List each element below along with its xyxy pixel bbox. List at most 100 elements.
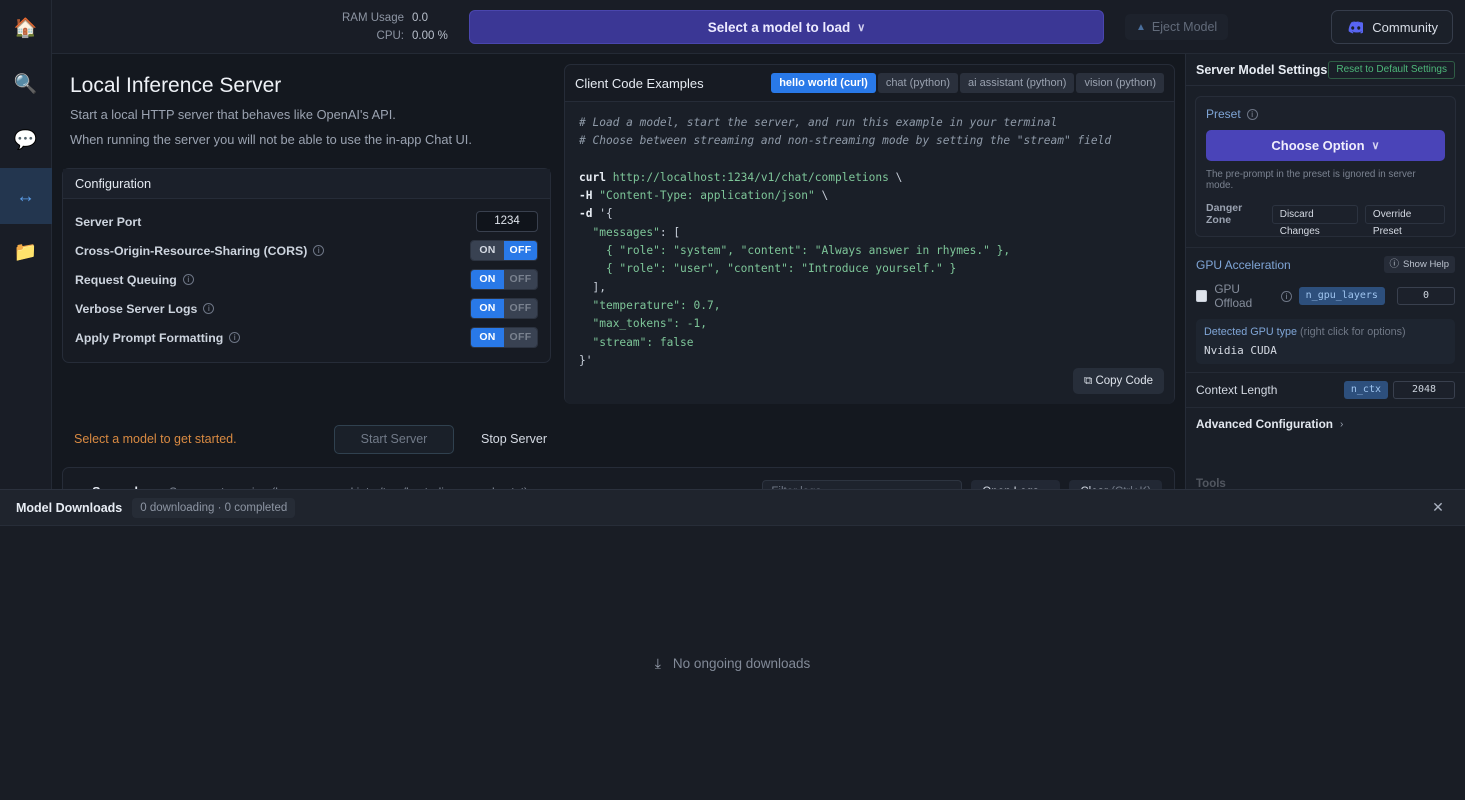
cors-toggle-off[interactable]: OFF <box>504 241 537 260</box>
n-gpu-layers-input[interactable]: 0 <box>1396 287 1455 305</box>
show-help-button[interactable]: ⓘ Show Help <box>1383 256 1455 273</box>
configuration-body: Server Port 1234 Cross-Origin-Resource-S… <box>63 199 550 362</box>
chat-bubble-icon: 💬 <box>13 129 38 151</box>
cors-toggle-on[interactable]: ON <box>471 241 504 260</box>
info-icon[interactable]: i <box>229 332 241 343</box>
sidebar-item-my-models[interactable]: 📁 <box>0 224 52 280</box>
help-circle-icon: ⓘ <box>1389 259 1400 270</box>
prompt-formatting-label-wrap: Apply Prompt Formatting i <box>75 331 241 345</box>
info-icon[interactable]: i <box>1281 290 1292 302</box>
advanced-configuration-row[interactable]: Advanced Configuration › <box>1186 407 1465 440</box>
select-model-label: Select a model to load <box>707 19 851 35</box>
sidebar-item-home[interactable]: 🏠 <box>0 0 52 56</box>
page-subtitle-line-1: Start a local HTTP server that behaves l… <box>70 107 396 122</box>
tab-chat-python[interactable]: chat (python) <box>877 73 959 93</box>
preset-label: Preset <box>1206 107 1241 121</box>
gpu-offload-label-wrap: GPU Offload i <box>1214 282 1292 310</box>
n-ctx-input[interactable]: 2048 <box>1393 381 1455 399</box>
ram-usage-label: RAM Usage <box>342 12 404 24</box>
code-messages-close: ], <box>592 280 606 294</box>
prompt-formatting-toggle[interactable]: ON OFF <box>470 327 538 348</box>
sidebar-item-chat[interactable]: 💬 <box>0 112 52 168</box>
n-ctx-key: n_ctx <box>1343 381 1388 399</box>
tab-hello-world-curl[interactable]: hello world (curl) <box>771 73 876 93</box>
server-port-label-wrap: Server Port <box>75 215 141 229</box>
request-queuing-toggle-on[interactable]: ON <box>471 270 504 289</box>
code-stream: "stream": false <box>592 335 694 349</box>
code-endpoint-url: http://localhost:1234/v1/chat/completion… <box>612 170 889 184</box>
discard-changes-button[interactable]: Discard Changes <box>1271 204 1358 237</box>
prompt-formatting-toggle-on[interactable]: ON <box>471 328 504 347</box>
context-length-row: Context Length n_ctx 2048 <box>1196 381 1455 399</box>
advanced-configuration-label: Advanced Configuration <box>1196 417 1333 431</box>
server-control-row: Select a model to get started. Start Ser… <box>62 424 551 454</box>
copy-code-button[interactable]: ⧉ Copy Code <box>1073 368 1164 394</box>
verbose-logs-toggle-on[interactable]: ON <box>471 299 504 318</box>
close-icon[interactable]: ✕ <box>1427 497 1449 519</box>
info-icon[interactable]: i <box>313 245 325 256</box>
code-messages-key: "messages" <box>592 225 660 239</box>
reset-to-default-settings-button[interactable]: Reset to Default Settings <box>1328 60 1455 79</box>
eject-model-label: Eject Model <box>1151 20 1218 34</box>
gpu-offload-label: GPU Offload <box>1214 282 1253 310</box>
chevron-down-icon: ∨ <box>1371 140 1380 152</box>
code-max-tokens: "max_tokens": -1, <box>592 317 707 331</box>
info-icon[interactable]: i <box>1246 108 1258 120</box>
context-length-label: Context Length <box>1196 383 1278 397</box>
server-port-input[interactable]: 1234 <box>476 211 538 232</box>
info-icon[interactable]: i <box>203 303 215 314</box>
server-port-label: Server Port <box>75 214 142 229</box>
copy-code-label: Copy Code <box>1095 375 1153 387</box>
code-message-user: { "role": "user", "content": "Introduce … <box>605 262 957 276</box>
model-downloads-title: Model Downloads <box>16 500 123 515</box>
model-downloads-panel: Model Downloads 0 downloading · 0 comple… <box>0 489 1465 800</box>
select-model-to-load-button[interactable]: Select a model to load ∨ <box>469 10 1104 44</box>
n-gpu-layers-key: n_gpu_layers <box>1298 287 1385 305</box>
code-block[interactable]: # Load a model, start the server, and ru… <box>565 102 1174 404</box>
code-example-tabs: hello world (curl) chat (python) ai assi… <box>771 73 1164 93</box>
download-icon: ⤓ <box>654 654 661 671</box>
model-downloads-header: Model Downloads 0 downloading · 0 comple… <box>0 490 1465 526</box>
resource-stats: RAM Usage 0.0 CPU: 0.00 % <box>252 9 452 45</box>
settings-title: Server Model Settings <box>1196 62 1328 77</box>
override-preset-button[interactable]: Override Preset <box>1364 204 1445 237</box>
stop-server-button[interactable]: Stop Server <box>464 425 564 454</box>
top-bar: RAM Usage 0.0 CPU: 0.00 % Select a model… <box>52 0 1465 54</box>
ram-usage-value: 0.0 <box>412 12 428 24</box>
info-icon[interactable]: i <box>182 274 194 285</box>
sidebar-item-search[interactable]: 🔍 <box>0 56 52 112</box>
gpu-header-row: GPU Acceleration ⓘ Show Help <box>1196 256 1455 273</box>
code-data-open: '{ <box>599 207 613 221</box>
cors-toggle[interactable]: ON OFF <box>470 240 538 261</box>
community-button[interactable]: Community <box>1331 10 1453 44</box>
request-queuing-label: Request Queuing <box>75 272 177 287</box>
page-subtitle-line-2: When running the server you will not be … <box>70 132 472 147</box>
request-queuing-toggle-off[interactable]: OFF <box>504 270 537 289</box>
request-queuing-toggle[interactable]: ON OFF <box>470 269 538 290</box>
chevron-right-icon: › <box>1339 418 1344 430</box>
home-icon: 🏠 <box>13 17 38 39</box>
start-server-button[interactable]: Start Server <box>334 424 454 454</box>
server-status-message: Select a model to get started. <box>74 432 237 446</box>
gpu-offload-checkbox[interactable] <box>1196 290 1208 302</box>
verbose-logs-toggle-off[interactable]: OFF <box>504 299 537 318</box>
detected-gpu-label: Detected GPU type <box>1204 326 1298 338</box>
settings-header: Server Model Settings Reset to Default S… <box>1186 54 1465 86</box>
bidirectional-arrow-icon: ↔ <box>16 185 35 207</box>
prompt-formatting-row: Apply Prompt Formatting i ON OFF <box>75 323 538 352</box>
verbose-logs-toggle[interactable]: ON OFF <box>470 298 538 319</box>
choose-preset-button[interactable]: Choose Option ∨ <box>1206 130 1445 161</box>
context-length-section: Context Length n_ctx 2048 <box>1186 372 1465 407</box>
lm-studio-window: 🏠 🔍 💬 ↔ 📁 v0.2.19 RAM Usage 0.0 CPU: 0.0… <box>0 0 1465 800</box>
choose-preset-label: Choose Option <box>1271 138 1365 153</box>
detected-gpu-box[interactable]: Detected GPU type (right click for optio… <box>1196 319 1455 364</box>
sidebar-item-local-server[interactable]: ↔ <box>0 168 52 224</box>
tab-ai-assistant-python[interactable]: ai assistant (python) <box>960 73 1075 93</box>
tab-vision-python[interactable]: vision (python) <box>1076 73 1164 93</box>
detected-gpu-label-wrap: Detected GPU type (right click for optio… <box>1204 326 1447 338</box>
search-icon: 🔍 <box>13 73 38 95</box>
prompt-formatting-toggle-off[interactable]: OFF <box>504 328 537 347</box>
model-downloads-counts: 0 downloading · 0 completed <box>132 497 296 518</box>
eject-model-button[interactable]: ▲ Eject Model <box>1125 14 1229 40</box>
code-message-system: { "role": "system", "content": "Always a… <box>605 244 1011 258</box>
